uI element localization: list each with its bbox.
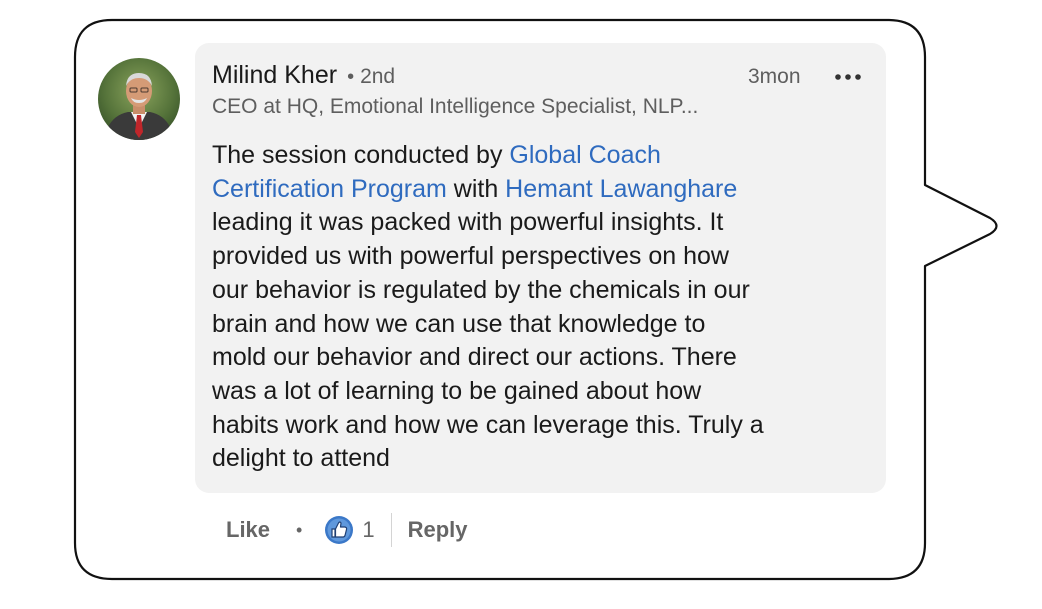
- comment-line: brain and how we can use that knowledge …: [212, 309, 706, 338]
- author-headline: CEO at HQ, Emotional Intelligence Specia…: [212, 95, 699, 118]
- comment-text-segment: with: [446, 174, 506, 203]
- comment-text: The session conducted by Global Coach Ce…: [212, 139, 872, 476]
- profile-photo: [98, 58, 180, 140]
- comment-line: mold our behavior and direct our actions…: [212, 343, 737, 372]
- comment-text-segment: The session conducted by: [212, 141, 510, 169]
- connection-degree: 2nd: [360, 65, 396, 88]
- like-button[interactable]: Like: [226, 517, 270, 543]
- comment-line: The session conducted by Global Coach: [212, 139, 872, 173]
- author-line: Milind Kher • 2nd: [212, 61, 395, 93]
- action-separator: •: [296, 519, 303, 540]
- comment-line: Certification Program with Hemant Lawang…: [212, 173, 872, 207]
- comment-line: delight to attend: [212, 444, 390, 473]
- thumbs-up-icon: [325, 516, 354, 544]
- more-options-button[interactable]: [832, 65, 866, 89]
- comment-actions: Like • 1 Reply: [226, 510, 468, 550]
- comment-timestamp: 3mon: [748, 65, 801, 88]
- comment-line: provided us with powerful perspectives o…: [212, 242, 729, 271]
- mention-link[interactable]: Certification Program: [212, 175, 447, 203]
- reaction-summary[interactable]: 1: [324, 515, 375, 545]
- ellipsis-icon: [835, 74, 861, 80]
- action-divider: [390, 513, 392, 547]
- mention-link[interactable]: Global Coach: [509, 141, 660, 169]
- speech-bubble-comment: Milind Kher • 2nd 3mon CEO at HQ, Emotio…: [0, 0, 1042, 609]
- name-separator: •: [347, 66, 355, 88]
- reaction-count: 1: [362, 517, 375, 542]
- comment-line: was a lot of learning to be gained about…: [212, 376, 702, 405]
- comment-card: Milind Kher • 2nd 3mon CEO at HQ, Emotio…: [195, 43, 886, 493]
- mention-link[interactable]: Hemant Lawanghare: [505, 175, 737, 203]
- comment-line: habits work and how we can leverage this…: [212, 410, 764, 439]
- comment-line: leading it was packed with powerful insi…: [212, 208, 724, 237]
- reply-button[interactable]: Reply: [408, 517, 468, 543]
- comment-line: our behavior is regulated by the chemica…: [212, 275, 750, 304]
- author-name[interactable]: Milind Kher: [212, 61, 337, 90]
- avatar[interactable]: [98, 58, 180, 140]
